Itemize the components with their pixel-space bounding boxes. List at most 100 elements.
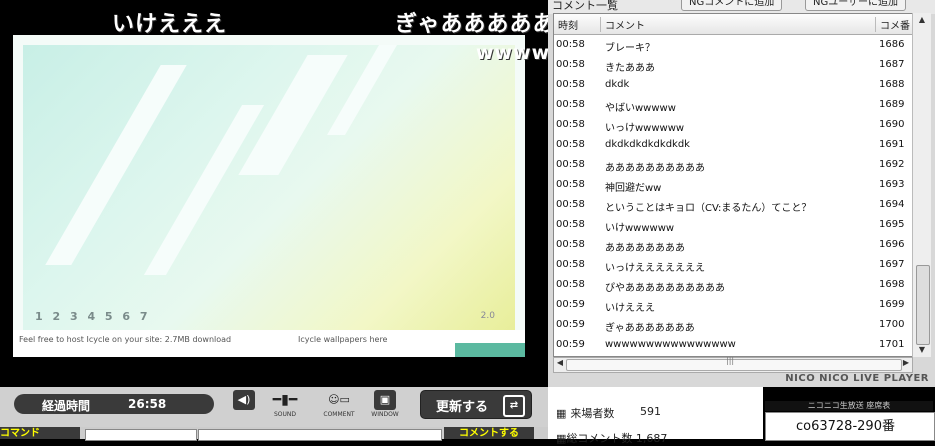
table-row[interactable]: 00:58 いっけえええええええ 1697 — [554, 255, 912, 275]
row-time: 00:58 — [556, 39, 585, 50]
row-time: 00:58 — [556, 219, 585, 230]
video-player: 1 2 3 4 5 6 7 2.0 Feel free to host Icyc… — [0, 0, 555, 387]
scroll-down-icon[interactable]: ▼ — [913, 343, 931, 357]
row-number: 1699 — [879, 299, 905, 310]
row-number: 1687 — [879, 59, 905, 70]
row-comment: dkdkdkdkdkdkdk — [605, 139, 690, 150]
ng-user-button[interactable]: NGユーザーに追加 — [805, 0, 907, 11]
table-row[interactable]: 00:58 ぴやああああああああああ 1698 — [554, 275, 912, 295]
update-button[interactable]: 更新する ⇄ — [420, 390, 532, 419]
row-number: 1689 — [879, 99, 905, 110]
row-time: 00:58 — [556, 179, 585, 190]
sound-label: SOUND — [273, 411, 297, 418]
row-time: 00:58 — [556, 119, 585, 130]
comments-panel-header: コメント一覧 NGコメントに追加 NGユーザーに追加 — [548, 0, 935, 14]
row-comment: いっけえええええええ — [605, 263, 705, 274]
table-row[interactable]: 00:58 神回避だww 1693 — [554, 175, 912, 195]
table-row[interactable]: 00:58 ということはキョロ（CV:まるたん）てこと？ 1694 — [554, 195, 912, 215]
table-row[interactable]: 00:59 いけえええ 1699 — [554, 295, 912, 315]
row-number: 1696 — [879, 239, 905, 250]
row-number: 1700 — [879, 319, 905, 330]
comment-horizontal-scrollbar[interactable]: ◀ ||| ▶ — [553, 356, 913, 373]
table-row[interactable]: 00:59 wwwwwwwwwwwwwwww 1701 — [554, 335, 912, 355]
seat-number: co63728-290番 — [796, 419, 895, 434]
window-button[interactable]: ▣ WINDOW — [369, 390, 401, 418]
table-row[interactable]: 00:58 やばいwwwww 1689 — [554, 95, 912, 115]
row-comment: きたあああ — [605, 63, 655, 74]
overlay-comment-2: ぎゃあああああ — [395, 12, 556, 37]
volume-slider[interactable]: ━▮━ SOUND — [262, 390, 308, 418]
table-row[interactable]: 00:58 ブレーキ？ 1686 — [554, 35, 912, 55]
row-number: 1694 — [879, 199, 905, 210]
scroll-right-icon[interactable]: ▶ — [900, 358, 912, 367]
row-time: 00:58 — [556, 279, 585, 290]
comments-panel-title: コメント一覧 — [552, 0, 618, 12]
elapsed-value: 26:58 — [128, 397, 167, 411]
comment-toggle-button[interactable]: ☺▭ COMMENT — [317, 390, 361, 418]
volume-slider-icon: ━▮━ — [272, 392, 298, 408]
digit-strip: 1 2 3 4 5 6 7 — [35, 310, 151, 323]
row-number: 1692 — [879, 159, 905, 170]
row-comment: ぎゃあああああああ — [605, 323, 695, 334]
visitors-value: 591 — [640, 405, 661, 418]
table-row[interactable]: 00:58 ああああああああああ 1692 — [554, 155, 912, 175]
visitors-label: 来場者数 — [570, 407, 615, 420]
elapsed-time: 経過時間 26:58 — [14, 394, 214, 414]
comment-toggle-icon: ☺▭ — [328, 393, 350, 406]
comment-rows: 00:58 ブレーキ？ 1686 00:58 きたあああ 1687 00:58 dkdk 1… — [554, 35, 912, 355]
refresh-icon: ⇄ — [503, 395, 525, 417]
table-row[interactable]: 00:58 dkdkdkdkdkdkdk 1691 — [554, 135, 912, 155]
table-row[interactable]: 00:59 ぎゃあああああああ 1700 — [554, 315, 912, 335]
row-comment: wwwwwwwwwwwwwwww — [605, 339, 736, 350]
row-number: 1688 — [879, 79, 905, 90]
column-time[interactable]: 時刻 — [554, 17, 601, 32]
video-frame[interactable]: 1 2 3 4 5 6 7 2.0 Feel free to host Icyc… — [13, 35, 525, 357]
overlay-comment-1: いけえええ — [112, 12, 228, 37]
video-footer-right: Icycle wallpapers here — [298, 335, 388, 344]
table-row[interactable]: 00:58 きたあああ 1687 — [554, 55, 912, 75]
row-number: 1693 — [879, 179, 905, 190]
row-comment: dkdk — [605, 79, 630, 90]
row-time: 00:58 — [556, 159, 585, 170]
seat-header: ニコニコ生放送 座席表 — [765, 401, 933, 411]
row-time: 00:58 — [556, 59, 585, 70]
comment-vertical-scrollbar[interactable]: ▲ ▼ — [912, 13, 931, 357]
elapsed-label: 経過時間 — [42, 399, 91, 413]
comment-table: 時刻 コメント コメ番 00:58 ブレーキ？ 1686 00:58 きたあああ 168… — [553, 13, 913, 357]
table-row[interactable]: 00:58 dkdk 1688 — [554, 75, 912, 95]
player-brand: NICO NICO LIVE PLAYER — [785, 373, 929, 384]
video-footer-left: Feel free to host Icycle on your site: 2… — [19, 335, 232, 344]
post-comment-button[interactable]: コメントする — [444, 427, 534, 439]
comment-input-bar: コマンド コメントする — [0, 427, 548, 441]
column-number[interactable]: コメ番 — [876, 17, 912, 32]
column-comment[interactable]: コメント — [601, 17, 876, 32]
sound-button[interactable]: ◀) — [233, 390, 255, 410]
table-row[interactable]: 00:58 いっけwwwwww 1690 — [554, 115, 912, 135]
window-label: WINDOW — [371, 411, 399, 418]
row-time: 00:58 — [556, 99, 585, 110]
scroll-left-icon[interactable]: ◀ — [554, 358, 566, 367]
row-comment: ああああああああ — [605, 243, 685, 254]
control-bar: 経過時間 26:58 ◀) ━▮━ SOUND ☺▭ COMMENT ▣ WIN… — [0, 387, 548, 427]
row-time: 00:59 — [556, 299, 585, 310]
video-footer: Feel free to host Icycle on your site: 2… — [13, 330, 525, 357]
table-row[interactable]: 00:58 ああああああああ 1696 — [554, 235, 912, 255]
vertical-scroll-thumb[interactable] — [916, 265, 930, 345]
table-row[interactable]: 00:58 いけwwwwww 1695 — [554, 215, 912, 235]
scroll-up-icon[interactable]: ▲ — [913, 13, 931, 27]
row-time: 00:58 — [556, 199, 585, 210]
row-comment: ぴやああああああああああ — [605, 283, 725, 294]
ng-comment-button[interactable]: NGコメントに追加 — [681, 0, 783, 11]
update-button-label: 更新する — [436, 400, 489, 415]
row-time: 00:58 — [556, 139, 585, 150]
row-number: 1695 — [879, 219, 905, 230]
comment-input[interactable] — [198, 429, 442, 441]
video-green-block — [455, 343, 525, 357]
scroll-grip-icon: ||| — [726, 356, 735, 365]
row-comment: いけwwwwww — [605, 223, 675, 234]
row-number: 1691 — [879, 139, 905, 150]
row-time: 00:58 — [556, 79, 585, 90]
command-button[interactable]: コマンド — [0, 427, 80, 439]
visitors-icon: ▦ — [556, 407, 567, 420]
command-input[interactable] — [85, 429, 197, 441]
